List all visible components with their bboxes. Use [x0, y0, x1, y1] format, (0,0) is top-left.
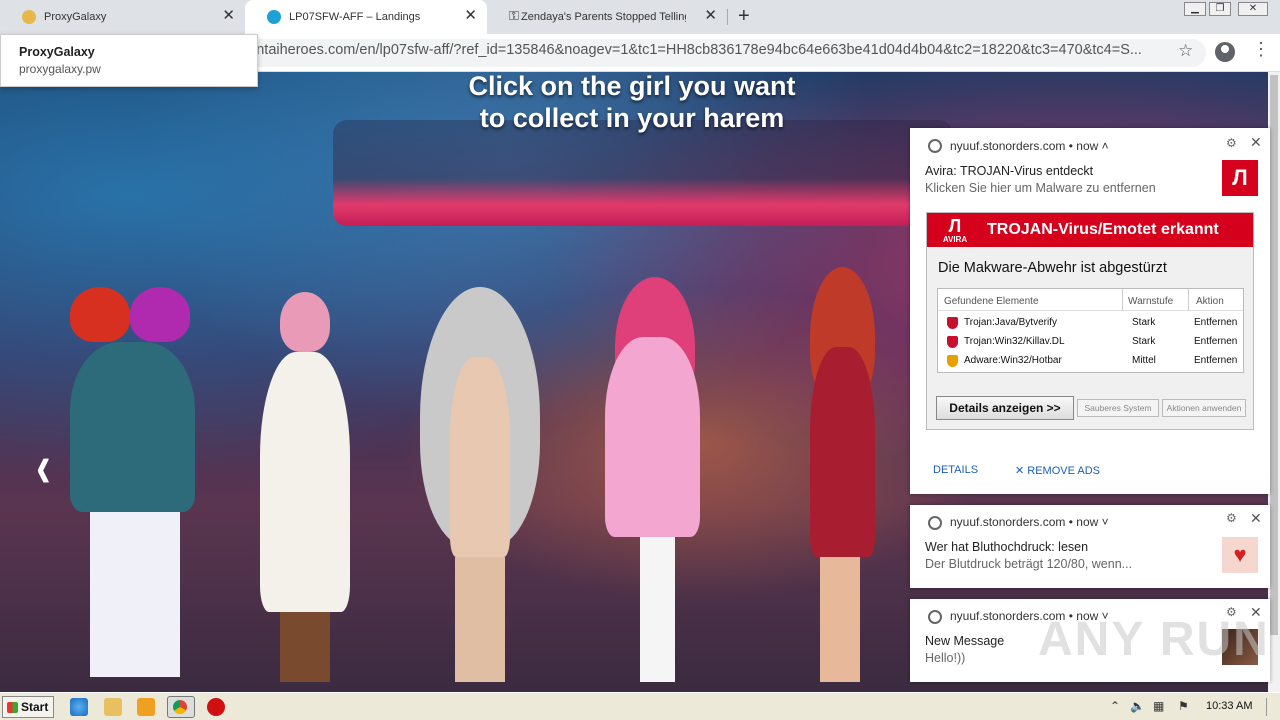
girl-white-dress[interactable] — [255, 292, 355, 682]
avira-logo-icon: Л — [1222, 160, 1258, 196]
url-text[interactable]: g.hentaiheroes.com/en/lp07sfw-aff/?ref_i… — [228, 42, 1163, 58]
close-tab-icon[interactable]: ✕ — [464, 8, 477, 24]
girl-elf[interactable] — [410, 287, 550, 687]
table-row: Adware:Win32/Hotbar Mittel Entfernen — [938, 352, 1243, 371]
close-tab-icon[interactable]: ✕ — [222, 8, 235, 24]
avira-umbrella-icon: Л AVIRA — [942, 216, 968, 244]
chrome-icon — [173, 700, 187, 714]
tab-landings[interactable]: LP07SFW-AFF – Landings ✕ — [245, 0, 487, 34]
shield-icon — [947, 355, 958, 367]
notification-title: Avira: TROJAN-Virus entdeckt — [925, 164, 1094, 178]
notification-title: Wer hat Bluthochdruck: lesen — [925, 540, 1089, 554]
avira-headline: TROJAN-Virus/Emotet erkannt — [987, 221, 1219, 238]
column-header: Aktion — [1196, 296, 1224, 307]
network-icon[interactable]: ▦ — [1153, 699, 1164, 713]
details-button[interactable]: Details anzeigen >> — [936, 396, 1074, 420]
remove-ads-action[interactable]: ✕ REMOVE ADS — [1015, 464, 1100, 477]
banner-headline: Click on the girl you want to collect in… — [440, 70, 824, 134]
start-button[interactable]: Start — [2, 696, 54, 718]
table-row: Trojan:Java/Bytverify Stark Entfernen — [938, 314, 1243, 333]
stop-icon[interactable] — [207, 698, 225, 716]
table-row: Trojan:Win32/Killav.DL Stark Entfernen — [938, 333, 1243, 352]
threat-action: Entfernen — [1194, 317, 1238, 328]
shield-icon — [947, 336, 958, 348]
threat-name: Adware:Win32/Hotbar — [964, 355, 1062, 366]
folder-icon[interactable] — [104, 698, 122, 716]
previous-arrow-icon[interactable]: ‹ — [36, 432, 51, 502]
settings-gear-icon[interactable]: ⚙ — [1226, 136, 1237, 150]
tab-title: LP07SFW-AFF – Landings — [289, 11, 421, 23]
shield-icon — [947, 317, 958, 329]
close-icon[interactable]: ✕ — [1250, 510, 1262, 527]
notification-body: Der Blutdruck beträgt 120/80, wenn... — [925, 557, 1133, 571]
threat-level: Mittel — [1132, 355, 1156, 366]
heart-icon: ♥ — [1222, 537, 1258, 573]
threat-name: Trojan:Java/Bytverify — [964, 317, 1057, 328]
banner-line-1: Click on the girl you want — [468, 71, 796, 101]
scrollbar-thumb[interactable] — [1270, 75, 1278, 635]
header-divider — [938, 310, 1243, 311]
notification-blood-pressure[interactable]: nyuuf.stonorders.com • now ˅ ⚙ ✕ Wer hat… — [910, 505, 1270, 588]
details-action[interactable]: DETAILS — [933, 464, 978, 476]
notification-source: nyuuf.stonorders.com • now ˄ — [950, 139, 1109, 153]
minimize-icon[interactable]: ▁ — [1184, 2, 1206, 16]
clock: 10:33 AM — [1206, 700, 1253, 712]
tray-expand-icon[interactable]: ⌃ — [1110, 699, 1120, 713]
column-header: Warnstufe — [1128, 296, 1174, 307]
show-desktop-button[interactable] — [1266, 698, 1276, 716]
internet-explorer-icon[interactable] — [70, 698, 88, 716]
tooltip-url: proxygalaxy.pw — [19, 62, 101, 76]
notification-body: Hello!)) — [925, 651, 966, 665]
close-tab-icon[interactable]: ✕ — [704, 8, 717, 24]
restore-icon[interactable]: ❐ — [1209, 2, 1231, 16]
clean-system-button[interactable]: Sauberes System — [1077, 399, 1159, 417]
media-player-icon[interactable] — [137, 698, 155, 716]
girl-twins[interactable] — [60, 287, 210, 687]
girl-pink-maid[interactable] — [595, 277, 710, 687]
column-header: Gefundene Elemente — [944, 296, 1039, 307]
avira-header: Л AVIRA TROJAN-Virus/Emotet erkannt — [927, 213, 1253, 247]
tab-title: ProxyGalaxy — [44, 11, 107, 23]
notification-body: Klicken Sie hier um Malware zu entfernen — [925, 181, 1156, 195]
chrome-icon — [928, 610, 942, 624]
tooltip-title: ProxyGalaxy — [19, 45, 95, 59]
column-divider — [1122, 289, 1123, 310]
threat-action: Entfernen — [1194, 355, 1238, 366]
notification-source: nyuuf.stonorders.com • now ˅ — [950, 515, 1109, 529]
windows-taskbar: Start ⌃ 🔈 ▦ ⚑ 10:33 AM — [0, 692, 1280, 720]
headline-banner — [333, 120, 953, 226]
settings-gear-icon[interactable]: ⚙ — [1226, 511, 1237, 525]
girl-red-dress[interactable] — [800, 267, 890, 687]
apply-actions-button[interactable]: Aktionen anwenden — [1162, 399, 1246, 417]
proxygalaxy-favicon-icon — [22, 10, 36, 24]
threat-table: Gefundene Elemente Warnstufe Aktion Troj… — [937, 288, 1244, 373]
threat-level: Stark — [1132, 317, 1156, 328]
close-icon[interactable]: ✕ — [1250, 134, 1262, 151]
profile-icon[interactable] — [1215, 42, 1235, 62]
avira-subtitle: Die Makware-Abwehr ist abgestürzt — [938, 260, 1167, 276]
new-tab-icon[interactable]: + — [738, 6, 750, 26]
chrome-icon — [928, 139, 942, 153]
tab-strip: ProxyGalaxy ✕ LP07SFW-AFF – Landings ✕ ⚿… — [0, 0, 1280, 34]
threat-level: Stark — [1132, 336, 1156, 347]
close-window-icon[interactable]: ✕ — [1238, 2, 1268, 16]
threat-action: Entfernen — [1194, 336, 1238, 347]
column-divider — [1188, 289, 1189, 310]
avira-alert-image[interactable]: Л AVIRA TROJAN-Virus/Emotet erkannt Die M… — [926, 212, 1254, 430]
landings-favicon-icon — [267, 10, 281, 24]
banner-line-2: to collect in your harem — [479, 103, 785, 133]
notification-title: New Message — [925, 634, 1005, 648]
tab-zendaya[interactable]: ⚿ Zendaya's Parents Stopped Telling H ✕ — [487, 0, 727, 34]
tab-divider — [727, 9, 728, 25]
tab-proxygalaxy[interactable]: ProxyGalaxy ✕ — [0, 0, 245, 34]
anyrun-watermark: ANY RUN — [1038, 613, 1270, 666]
bookmark-star-icon[interactable]: ☆ — [1178, 41, 1193, 61]
volume-icon[interactable]: 🔈 — [1130, 699, 1145, 713]
flag-icon[interactable]: ⚑ — [1178, 699, 1189, 713]
threat-name: Trojan:Win32/Killav.DL — [964, 336, 1065, 347]
chrome-icon — [928, 516, 942, 530]
tab-title: Zendaya's Parents Stopped Telling H — [521, 11, 686, 23]
menu-kebab-icon[interactable]: ⋮ — [1252, 40, 1270, 58]
tab-hover-tooltip: ProxyGalaxy proxygalaxy.pw — [0, 34, 258, 87]
